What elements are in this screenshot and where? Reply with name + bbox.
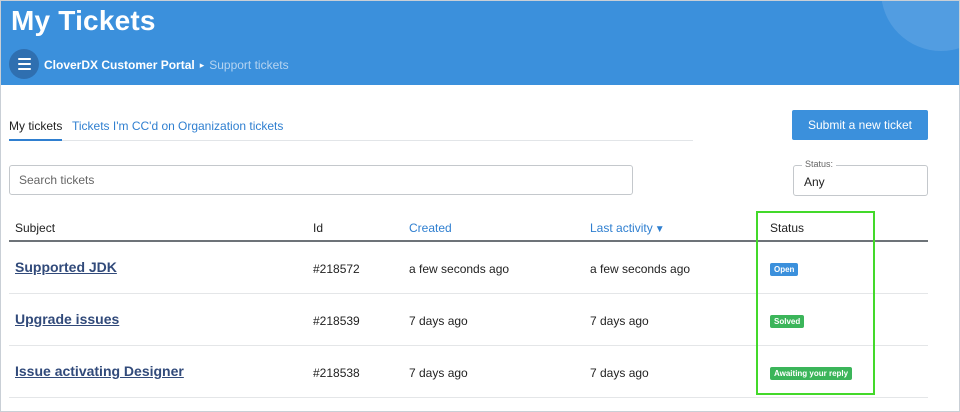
- status-filter-label: Status:: [802, 159, 837, 169]
- sort-desc-icon: ▼: [654, 224, 665, 235]
- page-title: My Tickets: [11, 5, 156, 36]
- column-header-status: Status: [770, 221, 805, 235]
- status-badge: Awaiting your reply: [770, 367, 853, 380]
- status-filter-select[interactable]: Status: Any: [793, 159, 928, 196]
- ticket-created: a few seconds ago: [409, 262, 510, 276]
- ticket-tabs: My tickets Tickets I'm CC'd on Organizat…: [9, 115, 693, 141]
- tab-organization-tickets[interactable]: Organization tickets: [178, 119, 283, 133]
- tab-my-tickets[interactable]: My tickets: [9, 119, 62, 133]
- ticket-subject-link[interactable]: Issue activating Designer: [15, 363, 184, 379]
- ticket-subject-link[interactable]: Upgrade issues: [15, 311, 119, 327]
- page-header: My Tickets CloverDX Customer Portal ▸ Su…: [1, 1, 959, 85]
- search-input[interactable]: [9, 165, 633, 195]
- ticket-id: #218539: [313, 314, 360, 328]
- status-badge: Open: [770, 263, 799, 276]
- column-header-last-activity-label: Last activity: [590, 221, 653, 235]
- column-header-last-activity[interactable]: Last activity ▼: [590, 221, 665, 235]
- chevron-right-icon: ▸: [199, 59, 205, 70]
- table-row: Issue activating Designer #218538 7 days…: [9, 346, 928, 398]
- column-header-subject: Subject: [15, 221, 56, 235]
- menu-button[interactable]: [9, 49, 39, 79]
- tickets-table: Subject Id Created Last activity ▼ Status…: [9, 214, 928, 398]
- submit-ticket-button[interactable]: Submit a new ticket: [792, 110, 928, 140]
- ticket-subject-link[interactable]: Supported JDK: [15, 259, 117, 275]
- hamburger-icon: [17, 63, 31, 65]
- ticket-id: #218538: [313, 366, 360, 380]
- status-filter-value: Any: [804, 175, 825, 189]
- breadcrumb: CloverDX Customer Portal ▸ Support ticke…: [44, 58, 289, 72]
- header-decoration: [881, 1, 959, 51]
- tab-cc-tickets[interactable]: Tickets I'm CC'd on: [72, 119, 175, 133]
- ticket-last-activity: 7 days ago: [590, 366, 649, 380]
- active-tab-indicator: [9, 139, 62, 141]
- column-header-id: Id: [313, 221, 324, 235]
- ticket-id: #218572: [313, 262, 360, 276]
- ticket-last-activity: a few seconds ago: [590, 262, 691, 276]
- breadcrumb-current: Support tickets: [209, 58, 289, 72]
- ticket-created: 7 days ago: [409, 314, 468, 328]
- hamburger-icon: [17, 68, 31, 70]
- table-row: Upgrade issues #218539 7 days ago 7 days…: [9, 294, 928, 346]
- table-header: Subject Id Created Last activity ▼ Status: [9, 214, 928, 242]
- table-row: Supported JDK #218572 a few seconds ago …: [9, 242, 928, 294]
- ticket-last-activity: 7 days ago: [590, 314, 649, 328]
- ticket-created: 7 days ago: [409, 366, 468, 380]
- hamburger-icon: [17, 58, 31, 60]
- breadcrumb-root-link[interactable]: CloverDX Customer Portal: [44, 58, 195, 72]
- column-header-created[interactable]: Created: [409, 221, 452, 235]
- page-frame: My Tickets CloverDX Customer Portal ▸ Su…: [0, 0, 960, 412]
- status-badge: Solved: [770, 315, 805, 328]
